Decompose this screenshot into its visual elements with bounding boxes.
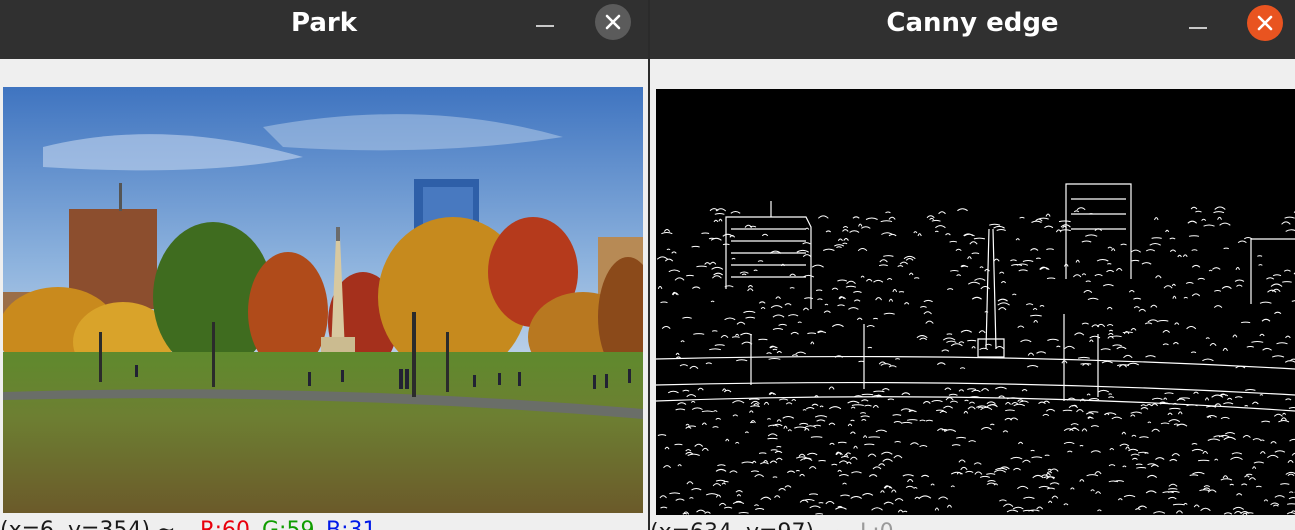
close-button[interactable] — [1247, 5, 1283, 41]
green-value: G:59 — [262, 518, 314, 530]
park-statusbar: (x=6, y=354) ~ R:60 G:59 B:31 — [0, 518, 648, 530]
window-title: Park — [290, 8, 357, 38]
canny-titlebar[interactable]: Canny edge — [650, 0, 1295, 59]
red-value: R:60 — [200, 518, 250, 530]
cursor-coordinates: (x=6, y=354) ~ — [0, 518, 175, 530]
park-window: Park — [0, 0, 648, 530]
blue-value: B:31 — [326, 518, 377, 530]
park-image[interactable] — [3, 87, 643, 513]
minimize-icon[interactable] — [536, 25, 554, 27]
cursor-coordinates: (x=634, y=97) ~ — [650, 520, 839, 530]
canny-content: (x=634, y=97) ~ L:0 — [650, 59, 1295, 530]
canny-statusbar: (x=634, y=97) ~ L:0 — [650, 520, 1295, 530]
park-content: (x=6, y=354) ~ R:60 G:59 B:31 — [0, 59, 648, 530]
canny-edge-image[interactable] — [656, 89, 1295, 515]
close-icon — [605, 14, 621, 30]
luminance-value: L:0 — [860, 520, 894, 530]
canny-window: Canny edge — [650, 0, 1295, 530]
window-title: Canny edge — [886, 8, 1059, 38]
close-button[interactable] — [595, 4, 631, 40]
close-icon — [1257, 15, 1273, 31]
park-titlebar[interactable]: Park — [0, 0, 648, 59]
minimize-icon[interactable] — [1189, 27, 1207, 29]
